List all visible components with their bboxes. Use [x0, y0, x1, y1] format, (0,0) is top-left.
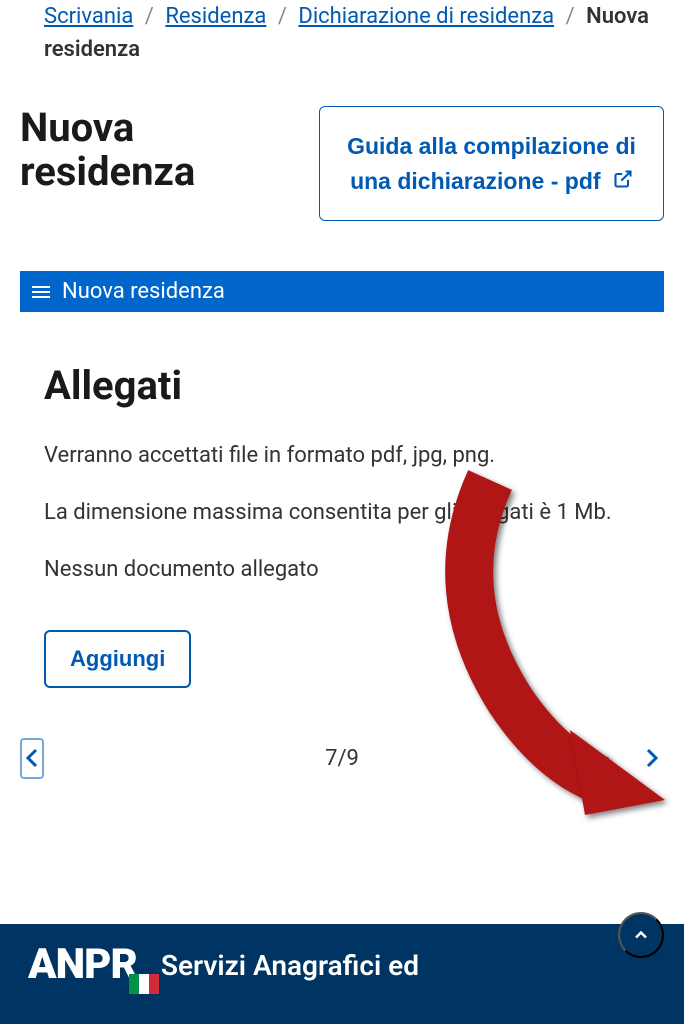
next-page-button[interactable] [640, 742, 664, 775]
content-area: Allegati Verranno accettati file in form… [0, 312, 684, 708]
scroll-to-top-button[interactable] [618, 912, 664, 958]
guide-pdf-label: Guida alla compilazione di una dichiaraz… [347, 133, 636, 194]
section-bar[interactable]: Nuova residenza [20, 271, 664, 312]
breadcrumb-separator: / [145, 4, 154, 29]
footer-text: Servizi Anagrafici ed [161, 944, 419, 984]
breadcrumb-separator: / [566, 4, 575, 29]
page-indicator: 7/9 [44, 746, 640, 771]
footer: ANPR Servizi Anagrafici ed [0, 924, 684, 1024]
prev-page-button[interactable] [20, 738, 44, 779]
breadcrumb-link-scrivania[interactable]: Scrivania [44, 4, 133, 29]
italian-flag-icon [129, 974, 159, 994]
file-size-text: La dimensione massima consentita per gli… [44, 496, 640, 529]
guide-pdf-button[interactable]: Guida alla compilazione di una dichiaraz… [319, 106, 664, 221]
breadcrumb-link-dichiarazione[interactable]: Dichiarazione di residenza [298, 4, 554, 29]
external-link-icon [613, 164, 633, 199]
hamburger-menu-icon [32, 286, 50, 298]
breadcrumb-link-residenza[interactable]: Residenza [165, 4, 266, 29]
file-format-text: Verranno accettati file in formato pdf, … [44, 439, 640, 472]
add-button[interactable]: Aggiungi [44, 630, 191, 688]
section-bar-label: Nuova residenza [62, 279, 225, 304]
page-title: Nuova residenza [20, 106, 299, 194]
section-heading: Allegati [44, 362, 640, 409]
anpr-logo: ANPR [28, 944, 137, 986]
pagination: 7/9 [0, 708, 684, 819]
no-documents-text: Nessun documento allegato [44, 553, 640, 586]
chevron-up-icon [631, 925, 651, 945]
header-row: Nuova residenza Guida alla compilazione … [0, 76, 684, 241]
breadcrumb-separator: / [278, 4, 287, 29]
breadcrumb: Scrivania / Residenza / Dichiarazione di… [0, 0, 684, 76]
